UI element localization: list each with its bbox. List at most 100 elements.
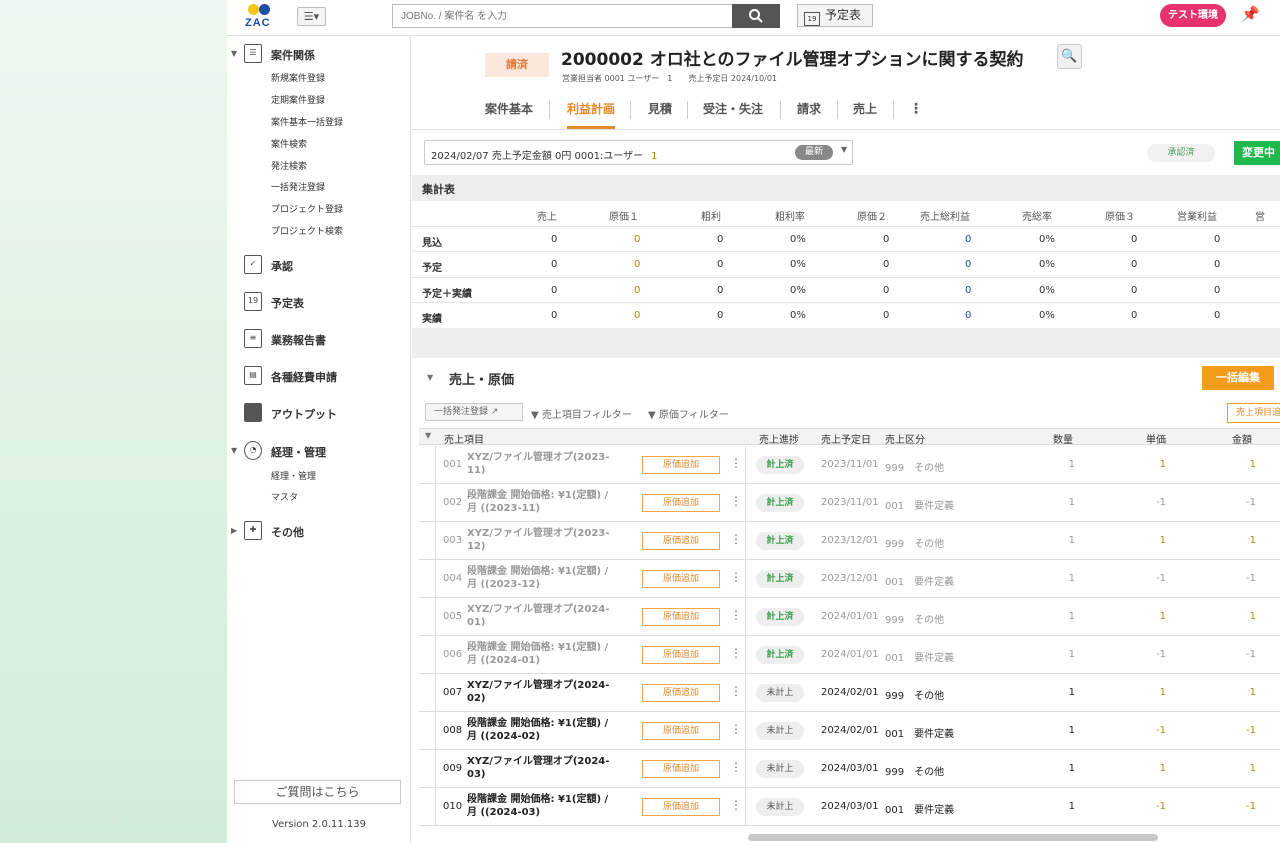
sales-item-name[interactable]: 段階課金 開始価格: ¥1(定額) / 月 ((2024-03) bbox=[467, 793, 617, 819]
menu-icon[interactable]: ☰▾ bbox=[297, 7, 326, 26]
sidebar-item-master[interactable]: マスタ bbox=[271, 490, 298, 503]
table-row[interactable]: 006 段階課金 開始価格: ¥1(定額) / 月 ((2024-01) 原価追加 ⋮… bbox=[419, 636, 1280, 674]
add-cost-button[interactable]: 原価追加 bbox=[642, 494, 720, 512]
sidebar-section-report[interactable]: ≡ 業務報告書 bbox=[227, 328, 411, 352]
sidebar-item-accounting[interactable]: 経理・管理 bbox=[271, 469, 316, 482]
table-row[interactable]: 003 XYZ/ファイル管理オプ(2023-12) 原価追加 ⋮ 計上済 2023/12/… bbox=[419, 522, 1280, 560]
case-search-button[interactable]: 🔍 bbox=[1057, 44, 1082, 69]
chevron-down-icon[interactable]: ▼ bbox=[841, 145, 847, 154]
add-cost-button[interactable]: 原価追加 bbox=[642, 722, 720, 740]
sidebar-section-case[interactable]: ▼ ☰ 案件関係 bbox=[227, 43, 411, 67]
progress-badge: 未計上 bbox=[756, 760, 804, 778]
search-button[interactable] bbox=[732, 4, 780, 28]
table-row[interactable]: 005 XYZ/ファイル管理オプ(2024-01) 原価追加 ⋮ 計上済 2024/01/… bbox=[419, 598, 1280, 636]
add-cost-button[interactable]: 原価追加 bbox=[642, 646, 720, 664]
cell: 0 bbox=[965, 259, 972, 270]
zac-logo[interactable]: ZAC bbox=[245, 4, 279, 30]
sales-item-name[interactable]: 段階課金 開始価格: ¥1(定額) / 月 ((2024-02) bbox=[467, 717, 617, 743]
sidebar-section-schedule[interactable]: 19 予定表 bbox=[227, 291, 411, 315]
summary-title: 集計表 bbox=[422, 183, 455, 196]
column-header: 売上総利益 bbox=[920, 212, 970, 223]
table-row[interactable]: 001 XYZ/ファイル管理オプ(2023-11) 原価追加 ⋮ 計上済 2023/11/… bbox=[419, 446, 1280, 484]
summary-row: 見込 0 0 0 0% 0 0 0% 0 0 bbox=[412, 227, 1280, 252]
job-search-input[interactable] bbox=[392, 4, 733, 28]
add-cost-button[interactable]: 原価追加 bbox=[642, 684, 720, 702]
add-cost-button[interactable]: 原価追加 bbox=[642, 798, 720, 816]
sales-date: 2024/03/01 bbox=[821, 801, 879, 812]
sales-item-name[interactable]: 段階課金 開始価格: ¥1(定額) / 月 ((2023-11) bbox=[467, 489, 617, 515]
add-cost-button[interactable]: 原価追加 bbox=[642, 760, 720, 778]
cost-filter-button[interactable]: ▼ 原価フィルター bbox=[648, 406, 729, 421]
sidebar-section-other[interactable]: ▶ ✚ その他 bbox=[227, 520, 411, 544]
table-row[interactable]: 010 段階課金 開始価格: ¥1(定額) / 月 ((2024-03) 原価追加 ⋮… bbox=[419, 788, 1280, 826]
kebab-menu-icon[interactable]: ⋮ bbox=[730, 570, 742, 584]
change-button[interactable]: 変更中 bbox=[1234, 141, 1280, 165]
sidebar-item-order-search[interactable]: 発注検索 bbox=[271, 159, 307, 172]
logo-text: ZAC bbox=[245, 17, 271, 29]
cell: 0 bbox=[634, 259, 641, 270]
sidebar-item-project-search[interactable]: プロジェクト検索 bbox=[271, 224, 343, 237]
report-icon: ≡ bbox=[244, 329, 262, 348]
sales-date: 2024/03/01 bbox=[821, 763, 879, 774]
pie-chart-icon: ◔ bbox=[244, 441, 262, 460]
tab-sales[interactable]: 売上 bbox=[853, 99, 877, 129]
table-row[interactable]: 007 XYZ/ファイル管理オプ(2024-02) 原価追加 ⋮ 未計上 2024/02/… bbox=[419, 674, 1280, 712]
sidebar-section-approval[interactable]: ✓ 承認 bbox=[227, 254, 411, 278]
help-button[interactable]: ご質問はこちら bbox=[234, 780, 401, 804]
chevron-down-icon[interactable]: ▼ bbox=[425, 431, 431, 440]
table-row[interactable]: 002 段階課金 開始価格: ¥1(定額) / 月 ((2023-11) 原価追加 ⋮… bbox=[419, 484, 1280, 522]
bulk-edit-button[interactable]: 一括編集 bbox=[1202, 366, 1274, 390]
sidebar-item-recurring-case[interactable]: 定期案件登録 bbox=[271, 93, 325, 106]
plan-version-select[interactable]: 2024/02/07 売上予定金額 0円 0001:ユーザー 1 bbox=[424, 140, 853, 165]
tab-estimate[interactable]: 見積 bbox=[648, 99, 672, 129]
sidebar-item-bulk-case[interactable]: 案件基本一括登録 bbox=[271, 115, 343, 128]
kebab-menu-icon[interactable]: ⋮ bbox=[730, 722, 742, 736]
sidebar-item-project-register[interactable]: プロジェクト登録 bbox=[271, 202, 343, 215]
sales-item-name[interactable]: XYZ/ファイル管理オプ(2023-12) bbox=[467, 527, 617, 553]
sidebar-item-new-case[interactable]: 新規案件登録 bbox=[271, 71, 325, 84]
row-number: 002 bbox=[443, 497, 463, 508]
kebab-menu-icon[interactable]: ⋮ bbox=[730, 532, 742, 546]
kebab-menu-icon[interactable]: ⋮ bbox=[730, 456, 742, 470]
bulk-order-button[interactable]: 一括発注登録 ↗ bbox=[425, 403, 523, 421]
sales-item-name[interactable]: XYZ/ファイル管理オプ(2023-11) bbox=[467, 451, 617, 477]
sales-item-name[interactable]: 段階課金 開始価格: ¥1(定額) / 月 ((2023-12) bbox=[467, 565, 617, 591]
horizontal-scrollbar[interactable] bbox=[748, 834, 1158, 841]
tab-orders[interactable]: 受注・失注 bbox=[703, 99, 763, 129]
add-cost-button[interactable]: 原価追加 bbox=[642, 532, 720, 550]
add-cost-button[interactable]: 原価追加 bbox=[642, 456, 720, 474]
sidebar-section-accounting[interactable]: ▼ ◔ 経理・管理 bbox=[227, 440, 411, 464]
collapse-caret-icon[interactable]: ▼ bbox=[427, 373, 433, 382]
kebab-menu-icon[interactable]: ⋮ bbox=[730, 798, 742, 812]
kebab-menu-icon[interactable]: ⋮ bbox=[730, 684, 742, 698]
add-cost-button[interactable]: 原価追加 bbox=[642, 570, 720, 588]
sales-item-name[interactable]: 段階課金 開始価格: ¥1(定額) / 月 ((2024-01) bbox=[467, 641, 617, 667]
table-row[interactable]: 008 段階課金 開始価格: ¥1(定額) / 月 ((2024-02) 原価追加 ⋮… bbox=[419, 712, 1280, 750]
table-row[interactable]: 009 XYZ/ファイル管理オプ(2024-03) 原価追加 ⋮ 未計上 2024/03/… bbox=[419, 750, 1280, 788]
sidebar-section-expense[interactable]: ▤ 各種経費申請 bbox=[227, 365, 411, 389]
sales-item-name[interactable]: XYZ/ファイル管理オプ(2024-02) bbox=[467, 679, 617, 705]
pin-icon[interactable]: 📌 bbox=[1241, 5, 1260, 23]
tab-billing[interactable]: 請求 bbox=[797, 99, 821, 129]
summary-header-row: 売上 原価１ 粗利 粗利率 原価２ 売上総利益 売総率 原価３ 営業利益 営 bbox=[412, 201, 1280, 227]
tab-profit-plan[interactable]: 利益計画 bbox=[567, 99, 616, 129]
sales-filter-button[interactable]: ▼ 売上項目フィルター bbox=[531, 406, 632, 421]
add-cost-button[interactable]: 原価追加 bbox=[642, 608, 720, 626]
amount: -1 bbox=[1246, 649, 1256, 660]
sidebar-item-bulk-order[interactable]: 一括発注登録 bbox=[271, 180, 325, 193]
kebab-menu-icon[interactable]: ⋮ bbox=[730, 608, 742, 622]
kebab-menu-icon[interactable]: ⋮ bbox=[730, 494, 742, 508]
sidebar-item-case-search[interactable]: 案件検索 bbox=[271, 137, 307, 150]
more-menu-icon[interactable]: ⋮ bbox=[909, 99, 923, 129]
schedule-button[interactable]: 19 予定表 bbox=[797, 4, 873, 27]
add-sales-item-button[interactable]: 売上項目追加 bbox=[1227, 403, 1280, 423]
kebab-menu-icon[interactable]: ⋮ bbox=[730, 760, 742, 774]
sidebar-section-output[interactable]: アウトプット bbox=[227, 402, 411, 426]
tab-case-basic[interactable]: 案件基本 bbox=[485, 99, 533, 129]
calendar-icon: 19 bbox=[804, 12, 820, 26]
table-row[interactable]: 004 段階課金 開始価格: ¥1(定額) / 月 ((2023-12) 原価追加 ⋮… bbox=[419, 560, 1280, 598]
sales-item-name[interactable]: XYZ/ファイル管理オプ(2024-03) bbox=[467, 755, 617, 781]
sales-item-name[interactable]: XYZ/ファイル管理オプ(2024-01) bbox=[467, 603, 617, 629]
sales-category: 001 要件定義 bbox=[885, 653, 955, 664]
kebab-menu-icon[interactable]: ⋮ bbox=[730, 646, 742, 660]
